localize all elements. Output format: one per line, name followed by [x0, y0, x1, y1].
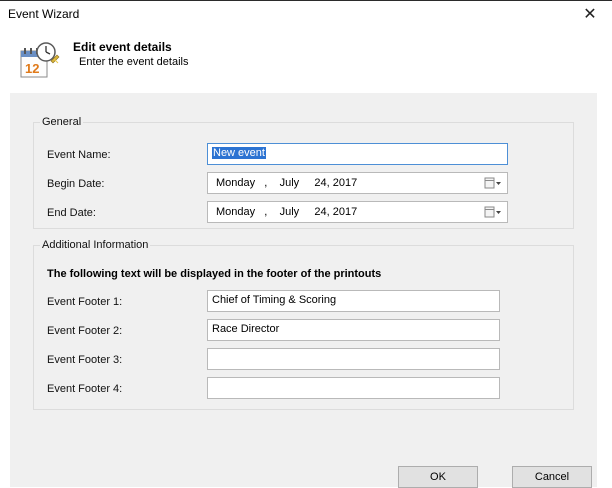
close-button[interactable]: ✕ — [568, 1, 612, 27]
event-name-value: New event — [212, 147, 266, 159]
calendar-dropdown-icon[interactable] — [483, 204, 503, 220]
event-footer-4-input[interactable] — [207, 377, 500, 399]
cancel-button[interactable]: Cancel — [512, 466, 592, 488]
event-footer-1-value: Chief of Timing & Scoring — [212, 294, 337, 306]
window-title: Event Wizard — [8, 7, 80, 21]
additional-info-legend: Additional Information — [40, 239, 151, 251]
wizard-step-title: Edit event details — [73, 40, 172, 54]
wizard-header: 12 Edit event details Enter the event de… — [0, 27, 612, 85]
end-date-value: Monday , July 24, 2017 — [216, 206, 358, 218]
event-footer-1-input[interactable]: Chief of Timing & Scoring — [207, 290, 500, 312]
begin-date-picker[interactable]: Monday , July 24, 2017 — [207, 172, 508, 194]
calendar-dropdown-icon[interactable] — [483, 175, 503, 191]
wizard-step-subtitle: Enter the event details — [79, 56, 189, 68]
begin-date-label: Begin Date: — [47, 178, 105, 190]
event-footer-4-label: Event Footer 4: — [47, 383, 123, 395]
event-footer-3-input[interactable] — [207, 348, 500, 370]
event-footer-2-input[interactable]: Race Director — [207, 319, 500, 341]
footer-notice: The following text will be displayed in … — [47, 268, 382, 280]
event-wizard-window: Event Wizard ✕ 12 Edit event details Ent… — [0, 0, 612, 488]
end-date-picker[interactable]: Monday , July 24, 2017 — [207, 201, 508, 223]
event-name-label: Event Name: — [47, 149, 111, 161]
event-name-input[interactable]: New event — [207, 143, 508, 165]
ok-button[interactable]: OK — [398, 466, 478, 488]
title-bar[interactable]: Event Wizard ✕ — [0, 1, 612, 27]
general-group: General Event Name: New event Begin Date… — [33, 116, 574, 229]
close-icon: ✕ — [583, 6, 597, 23]
additional-info-group: Additional Information The following tex… — [33, 239, 574, 410]
general-legend: General — [40, 116, 84, 128]
wizard-content-panel: General Event Name: New event Begin Date… — [10, 93, 597, 445]
svg-text:12: 12 — [25, 61, 39, 76]
begin-date-value: Monday , July 24, 2017 — [216, 177, 358, 189]
calendar-clock-icon: 12 — [20, 42, 60, 78]
event-footer-2-value: Race Director — [212, 323, 280, 335]
end-date-label: End Date: — [47, 207, 96, 219]
event-footer-1-label: Event Footer 1: — [47, 296, 123, 308]
event-footer-2-label: Event Footer 2: — [47, 325, 123, 337]
event-footer-3-label: Event Footer 3: — [47, 354, 123, 366]
wizard-button-bar: OK Cancel — [10, 445, 597, 488]
